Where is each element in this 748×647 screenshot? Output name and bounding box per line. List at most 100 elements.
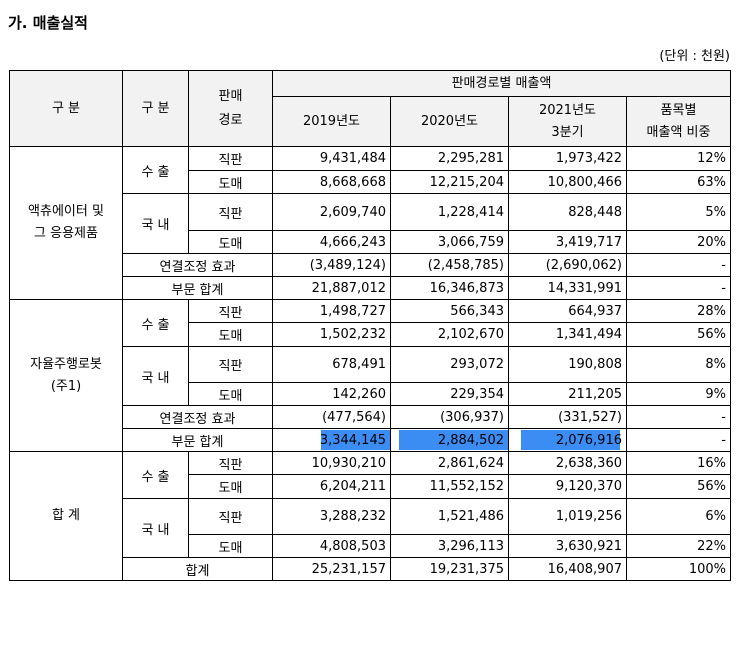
adjust-row-label: 연결조정 효과 <box>122 253 273 277</box>
header-channel: 판매 경로 <box>188 70 273 147</box>
group-name: 자율주행로봇 (주1) <box>9 299 123 452</box>
sub-name: 수 출 <box>122 146 189 194</box>
header-ratio: 품목별 매출액 비중 <box>626 96 731 147</box>
selected-value: 3,344,145 <box>319 432 386 448</box>
value-2021: 1,341,494 <box>508 322 627 347</box>
total-row-label: 합계 <box>122 557 273 581</box>
value-2020: 2,102,670 <box>390 322 509 347</box>
selected-value: 2,076,916 <box>555 432 622 448</box>
channel-cell: 도매 <box>188 230 273 254</box>
group-name: 액츄에이터 및 그 응용제품 <box>9 146 123 300</box>
channel-cell: 직판 <box>188 451 273 475</box>
value-2021: 664,937 <box>508 299 627 323</box>
value-2020: 293,072 <box>390 346 509 383</box>
value-2020: 11,552,152 <box>390 474 509 499</box>
subtotal-row-y2021: 2,076,916 <box>508 428 627 452</box>
value-2019: 142,260 <box>272 382 391 406</box>
value-2020: 1,228,414 <box>390 193 509 231</box>
table-row: 자율주행로봇 (주1) 수 출 직판 1,498,727 566,343 664,937 2… <box>9 299 731 452</box>
adjust-row-label: 연결조정 효과 <box>122 405 273 429</box>
subtotal-row-label: 부문 합계 <box>122 276 273 300</box>
value-2019: 6,204,211 <box>272 474 391 499</box>
value-2021: 2,638,360 <box>508 451 627 475</box>
value-2019: 3,288,232 <box>272 498 391 535</box>
value-2021: 1,973,422 <box>508 146 627 171</box>
channel-cell: 직판 <box>188 299 273 323</box>
channel-cell: 직판 <box>188 346 273 383</box>
value-2020: 2,295,281 <box>390 146 509 171</box>
value-ratio: 56% <box>626 474 731 499</box>
channel-cell: 도매 <box>188 474 273 499</box>
value-2019: 8,668,668 <box>272 170 391 194</box>
section-title: 가. 매출실적 <box>8 14 88 32</box>
adjust-row-y2020: (2,458,785) <box>390 253 509 277</box>
value-ratio: 56% <box>626 322 731 347</box>
channel-cell: 도매 <box>188 322 273 347</box>
adjust-row-y2019: (477,564) <box>272 405 391 429</box>
subtotal-row-y2020: 16,346,873 <box>390 276 509 300</box>
value-ratio: 9% <box>626 382 731 406</box>
sub-name: 수 출 <box>122 451 189 499</box>
value-2019: 1,498,727 <box>272 299 391 323</box>
header-2021: 2021년도 3분기 <box>508 96 627 147</box>
value-2019: 10,930,210 <box>272 451 391 475</box>
value-2021: 828,448 <box>508 193 627 231</box>
adjust-row-ratio: - <box>626 253 731 277</box>
channel-cell: 직판 <box>188 498 273 535</box>
subtotal-row-y2019: 21,887,012 <box>272 276 391 300</box>
total-row-ratio: 100% <box>626 557 731 581</box>
value-2021: 190,808 <box>508 346 627 383</box>
unit-note: (단위 : 천원) <box>659 49 730 64</box>
value-2019: 4,666,243 <box>272 230 391 254</box>
channel-cell: 도매 <box>188 170 273 194</box>
value-2019: 4,808,503 <box>272 534 391 558</box>
sub-name: 수 출 <box>122 299 189 347</box>
header-category2: 구 분 <box>122 70 189 147</box>
header-2020: 2020년도 <box>390 96 509 147</box>
subtotal-row-y2020: 2,884,502 <box>390 428 509 452</box>
value-2019: 2,609,740 <box>272 193 391 231</box>
subtotal-row-y2021: 14,331,991 <box>508 276 627 300</box>
selected-value: 2,884,502 <box>437 432 504 448</box>
total-row-y2021: 16,408,907 <box>508 557 627 581</box>
value-2021: 3,630,921 <box>508 534 627 558</box>
value-2020: 3,296,113 <box>390 534 509 558</box>
value-2019: 9,431,484 <box>272 146 391 171</box>
channel-cell: 직판 <box>188 193 273 231</box>
value-2021: 10,800,466 <box>508 170 627 194</box>
adjust-row-y2021: (331,527) <box>508 405 627 429</box>
value-2020: 12,215,204 <box>390 170 509 194</box>
sub-name: 국 내 <box>122 498 189 558</box>
sub-name: 국 내 <box>122 193 189 254</box>
sales-table: 구 분 구 분 판매 경로 판매경로별 매출액 2019년도 2020년도 20… <box>9 70 731 581</box>
total-row-y2019: 25,231,157 <box>272 557 391 581</box>
table-row: 액츄에이터 및 그 응용제품 수 출 직판 9,431,484 2,295,281 1,9… <box>9 146 731 300</box>
value-2021: 9,120,370 <box>508 474 627 499</box>
total-row-y2020: 19,231,375 <box>390 557 509 581</box>
value-ratio: 22% <box>626 534 731 558</box>
header-category1: 구 분 <box>9 70 123 147</box>
value-2020: 566,343 <box>390 299 509 323</box>
sub-name: 국 내 <box>122 346 189 406</box>
value-2021: 3,419,717 <box>508 230 627 254</box>
value-ratio: 5% <box>626 193 731 231</box>
value-2021: 211,205 <box>508 382 627 406</box>
header-2019: 2019년도 <box>272 96 391 147</box>
value-ratio: 12% <box>626 146 731 171</box>
subtotal-row-ratio: - <box>626 428 731 452</box>
value-2019: 1,502,232 <box>272 322 391 347</box>
value-ratio: 8% <box>626 346 731 383</box>
value-ratio: 20% <box>626 230 731 254</box>
value-2020: 3,066,759 <box>390 230 509 254</box>
value-ratio: 63% <box>626 170 731 194</box>
value-2020: 2,861,624 <box>390 451 509 475</box>
subtotal-row-ratio: - <box>626 276 731 300</box>
value-ratio: 6% <box>626 498 731 535</box>
value-2019: 678,491 <box>272 346 391 383</box>
value-ratio: 16% <box>626 451 731 475</box>
subtotal-row-label: 부문 합계 <box>122 428 273 452</box>
table-row: 합 계수 출 직판 10,930,210 2,861,624 2,638,360 16% <box>9 451 731 581</box>
adjust-row-ratio: - <box>626 405 731 429</box>
channel-cell: 도매 <box>188 382 273 406</box>
value-2020: 229,354 <box>390 382 509 406</box>
